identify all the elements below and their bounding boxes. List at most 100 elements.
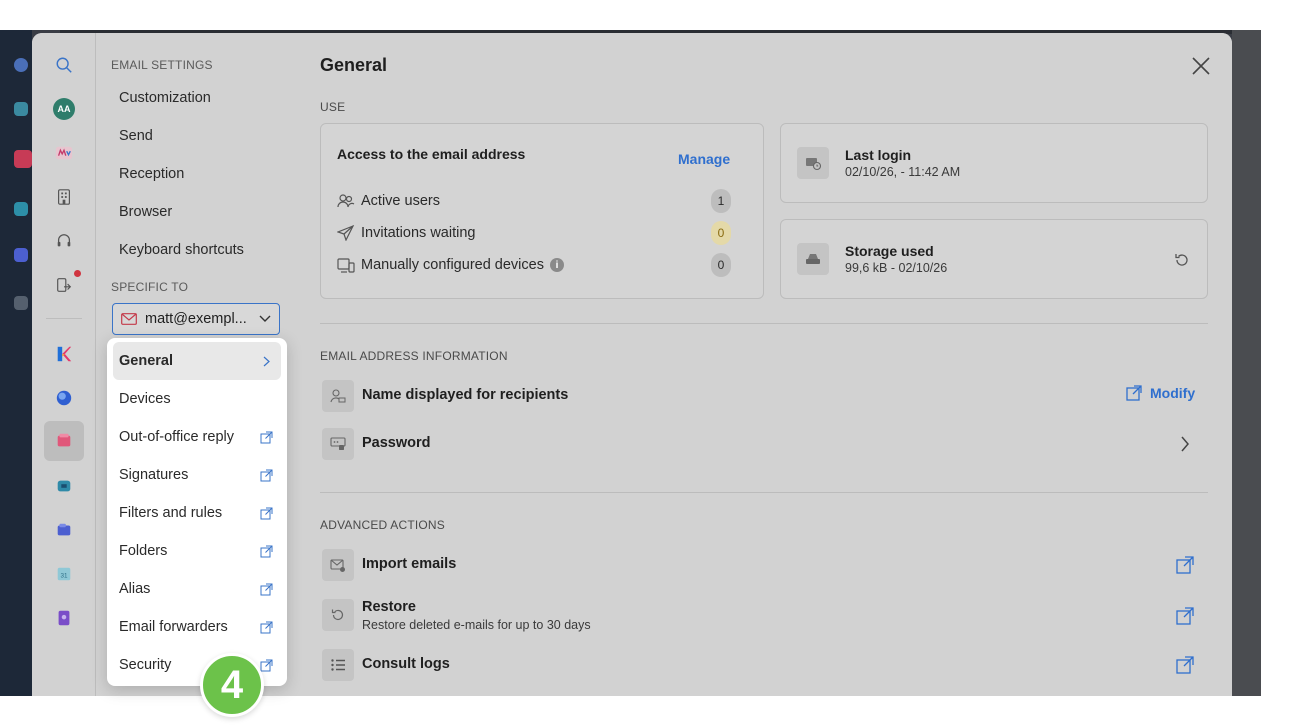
contacts-app-button[interactable] — [48, 602, 80, 634]
refresh-button[interactable] — [1173, 251, 1191, 274]
contacts-app-icon — [58, 610, 70, 626]
access-card: Access to the email address Manage Activ… — [320, 123, 764, 299]
nav-item-customization[interactable]: Customization — [111, 83, 281, 113]
modify-label: Modify — [1150, 385, 1196, 401]
sphere-app-button[interactable] — [48, 382, 80, 414]
storage-title: Storage used — [845, 243, 934, 259]
external-link-icon — [1176, 656, 1194, 674]
last-login-value: 02/10/26, - 11:42 AM — [845, 165, 961, 179]
menu-item-out-of-office-reply[interactable]: Out-of-office reply — [113, 418, 281, 456]
invitations-waiting-label: Invitations waiting — [361, 225, 476, 241]
section-divider — [320, 492, 1208, 493]
calendar-app-button[interactable]: 31 — [48, 558, 80, 590]
avatar: AA — [53, 98, 75, 120]
search-button[interactable] — [48, 49, 80, 81]
manage-link[interactable]: Manage — [678, 151, 730, 167]
account-select[interactable]: matt@exempl... — [112, 303, 280, 335]
close-button[interactable] — [1190, 55, 1212, 77]
mail-app-button[interactable] — [44, 421, 84, 461]
restore-subtitle: Restore deleted e-mails for up to 30 day… — [362, 618, 591, 632]
consult-logs-row[interactable]: Consult logs — [320, 648, 1208, 682]
active-users-label: Active users — [361, 193, 440, 209]
storage-card: Storage used 99,6 kB - 02/10/26 — [780, 219, 1208, 299]
headset-icon — [57, 234, 71, 247]
restore-row[interactable]: Restore Restore deleted e-mails for up t… — [320, 598, 1208, 634]
advanced-section-label: ADVANCED ACTIONS — [320, 518, 445, 532]
organization-button[interactable] — [48, 181, 80, 213]
nav-item-keyboard-shortcuts[interactable]: Keyboard shortcuts — [111, 235, 281, 265]
backdrop-app-icon — [14, 248, 28, 262]
menu-item-email-forwarders[interactable]: Email forwarders — [113, 608, 281, 646]
refresh-icon — [1175, 254, 1188, 266]
hard-drive-icon — [806, 254, 820, 264]
last-login-title: Last login — [845, 147, 912, 163]
menu-item-label: Filters and rules — [119, 505, 223, 521]
nav-item-send[interactable]: Send — [111, 121, 281, 151]
password-icon — [330, 437, 346, 450]
device-transfer-button[interactable] — [48, 269, 81, 301]
menu-item-label: General — [119, 353, 173, 369]
storage-value: 99,6 kB - 02/10/26 — [845, 261, 948, 275]
backdrop-sidebar — [0, 30, 32, 696]
import-emails-title: Import emails — [362, 556, 457, 572]
account-avatar-button[interactable]: AA — [48, 93, 80, 125]
import-emails-row[interactable]: Import emails — [320, 548, 1208, 582]
email-settings-heading: EMAIL SETTINGS — [111, 58, 213, 72]
configured-devices-label: Manually configured devices — [361, 257, 544, 273]
menu-item-folders[interactable]: Folders — [113, 532, 281, 570]
password-chevron — [1180, 436, 1190, 457]
backdrop-app-icon — [14, 150, 32, 168]
search-icon — [56, 57, 72, 73]
external-link-icon — [260, 659, 273, 671]
support-button[interactable] — [48, 225, 80, 257]
menu-item-label: Out-of-office reply — [119, 429, 234, 445]
users-icon — [337, 194, 355, 208]
display-name-title: Name displayed for recipients — [362, 387, 569, 403]
restore-icon — [331, 609, 344, 621]
storage-tile — [797, 243, 829, 275]
external-link-icon — [260, 469, 273, 481]
mail-import-icon — [330, 559, 345, 572]
external-link-icon — [260, 507, 273, 519]
restore-external[interactable] — [1176, 607, 1194, 625]
drive-app-button[interactable] — [48, 470, 80, 502]
kchat-app-button[interactable] — [48, 338, 80, 370]
external-link-icon — [1176, 607, 1194, 625]
external-link-icon — [1126, 385, 1142, 401]
modify-link[interactable]: Modify — [1126, 385, 1195, 401]
chat-app-button[interactable] — [48, 514, 80, 546]
configured-devices-row: Manually configured devices i 0 — [337, 253, 731, 277]
menu-item-alias[interactable]: Alias — [113, 570, 281, 608]
calendar-app-icon: 31 — [57, 567, 71, 581]
app-rail: AA 31 — [32, 33, 96, 696]
menu-item-general[interactable]: General — [113, 342, 281, 380]
menu-item-label: Folders — [119, 543, 168, 559]
sphere-app-icon — [56, 390, 72, 406]
rail-divider — [46, 318, 82, 319]
close-icon — [1192, 57, 1210, 75]
menu-item-signatures[interactable]: Signatures — [113, 456, 281, 494]
last-login-tile — [797, 147, 829, 179]
section-divider — [320, 323, 1208, 324]
account-select-value: matt@exempl... — [145, 311, 247, 327]
nav-item-browser[interactable]: Browser — [111, 197, 281, 227]
display-name-row[interactable]: Name displayed for recipients Modify — [320, 379, 1208, 413]
building-icon — [58, 189, 70, 205]
device-transfer-icon — [57, 278, 72, 292]
chevron-down-icon — [259, 315, 271, 322]
active-users-count: 1 — [711, 189, 731, 213]
display-name-tile — [322, 380, 354, 412]
external-link-icon — [260, 621, 273, 633]
restore-title: Restore — [362, 599, 416, 615]
menu-item-filters-and-rules[interactable]: Filters and rules — [113, 494, 281, 532]
info-icon[interactable]: i — [549, 258, 564, 272]
import-emails-external[interactable] — [1176, 556, 1194, 574]
consult-logs-external[interactable] — [1176, 656, 1194, 674]
password-row[interactable]: Password — [320, 427, 1208, 461]
menu-item-devices[interactable]: Devices — [113, 380, 281, 418]
nav-item-reception[interactable]: Reception — [111, 159, 281, 189]
my-app-icon — [55, 146, 73, 160]
my-app-button[interactable] — [48, 137, 80, 169]
external-link-icon — [260, 545, 273, 557]
mail-app-icon — [57, 433, 71, 447]
